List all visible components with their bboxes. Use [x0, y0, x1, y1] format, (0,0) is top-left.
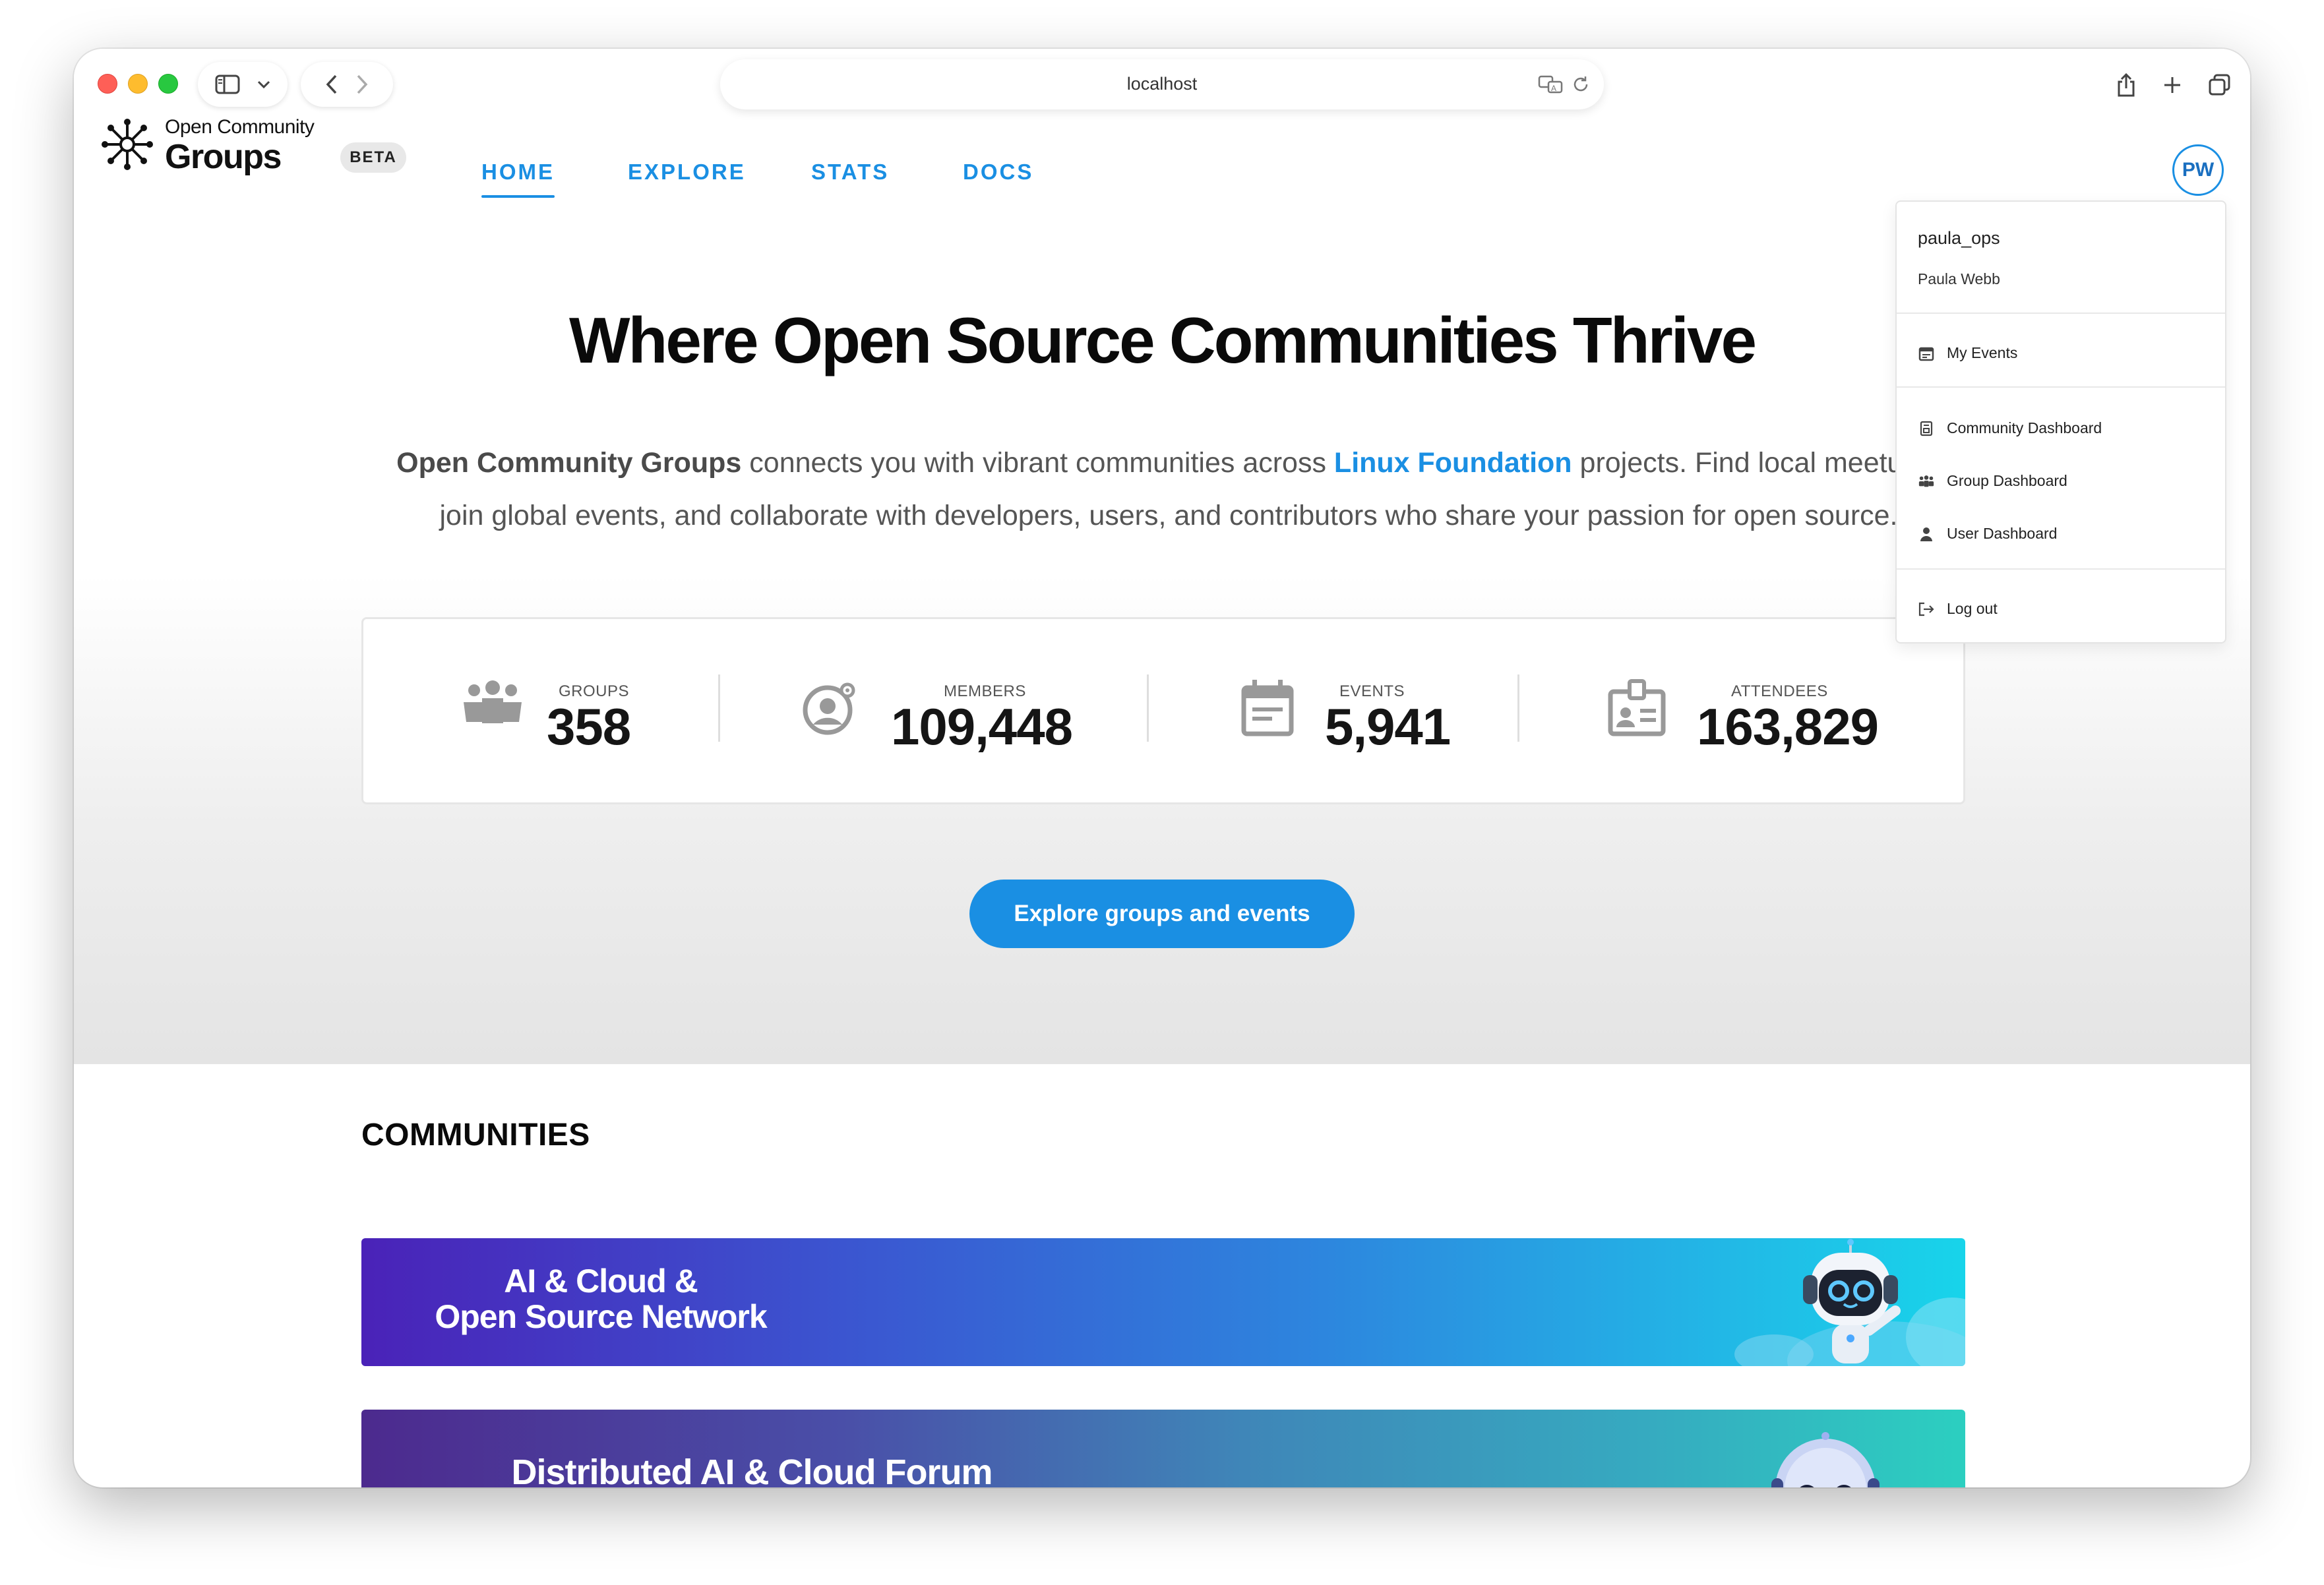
- app-logo[interactable]: Open Community Groups: [100, 116, 315, 176]
- beta-badge: BETA: [340, 142, 406, 173]
- stat-members-value: 109,448: [891, 698, 1073, 756]
- groups-icon: [1918, 475, 1934, 487]
- logo-line-1: Open Community: [165, 116, 315, 138]
- menu-item-label: Community Dashboard: [1947, 419, 2102, 436]
- mascot-icon: [1771, 1432, 1880, 1487]
- close-window-button[interactable]: [98, 74, 117, 94]
- communities-heading: COMMUNITIES: [361, 1118, 590, 1152]
- nav-home[interactable]: HOME: [481, 160, 555, 198]
- logo-line-2: Groups: [165, 138, 282, 176]
- stats-card: GROUPS 358 MEMBERS 109,448 EVENTS 5,941 …: [361, 617, 1965, 804]
- explore-button[interactable]: Explore groups and events: [969, 880, 1355, 948]
- menu-divider: [1897, 313, 2225, 314]
- dashboard-icon: [1920, 421, 1933, 436]
- user-menu-username: paula_ops: [1918, 228, 2000, 248]
- user-menu: paula_ops Paula Webb My Events Community…: [1895, 200, 2226, 643]
- calendar-icon: [1241, 680, 1294, 736]
- share-icon[interactable]: [2116, 73, 2137, 98]
- community-banner[interactable]: Distributed AI & Cloud Forum: [361, 1410, 1965, 1487]
- stat-divider: [718, 674, 720, 742]
- url-text: localhost: [1126, 74, 1198, 94]
- back-arrow-icon[interactable]: [325, 74, 338, 95]
- menu-item-label: My Events: [1947, 344, 2018, 361]
- menu-item-community-dashboard[interactable]: Community Dashboard: [1918, 419, 2102, 437]
- community-logo-icon: [102, 119, 153, 170]
- user-icon: [1920, 527, 1932, 541]
- browser-toolbar: localhost A: [74, 49, 2250, 121]
- svg-text:A: A: [1551, 84, 1556, 93]
- stat-events-value: 5,941: [1325, 698, 1451, 756]
- new-tab-icon[interactable]: [2162, 73, 2183, 98]
- sidebar-toggle-button[interactable]: [198, 62, 288, 107]
- calendar-icon: [1918, 347, 1934, 361]
- user-avatar[interactable]: PW: [2172, 144, 2224, 196]
- hero-description: Open Community Groups connects you with …: [357, 436, 1980, 542]
- menu-item-my-events[interactable]: My Events: [1918, 344, 2017, 362]
- brand-name: Open Community Groups: [396, 447, 742, 479]
- badge-icon: [1608, 679, 1666, 736]
- user-menu-fullname: Paula Webb: [1918, 270, 2000, 287]
- chevron-down-icon: [257, 80, 270, 89]
- menu-divider: [1897, 568, 2225, 570]
- menu-item-label: Log out: [1947, 600, 1998, 617]
- community-banner-title: AI & Cloud & Open Source Network: [435, 1263, 767, 1335]
- nav-stats[interactable]: STATS: [811, 160, 889, 185]
- robot-mascot-icon: [1734, 1239, 1965, 1366]
- logout-icon: [1918, 602, 1934, 616]
- description-text-1: connects you with vibrant communities ac…: [741, 447, 1334, 479]
- menu-item-group-dashboard[interactable]: Group Dashboard: [1918, 472, 2067, 490]
- sidebar-icon: [215, 75, 240, 94]
- community-banner-title: Distributed AI & Cloud Forum: [511, 1452, 993, 1487]
- community-banner[interactable]: AI & Cloud & Open Source Network: [361, 1238, 1965, 1366]
- zoom-window-button[interactable]: [158, 74, 178, 94]
- menu-item-user-dashboard[interactable]: User Dashboard: [1918, 525, 2057, 543]
- reload-icon[interactable]: [1571, 74, 1591, 95]
- stat-divider: [1147, 674, 1149, 742]
- stat-groups-value: 358: [547, 698, 631, 756]
- description-text-2: projects. Find local meetups,: [1572, 447, 1941, 479]
- history-navigation: [301, 62, 393, 107]
- members-icon: [803, 682, 855, 735]
- stat-attendees-value: 163,829: [1697, 698, 1879, 756]
- groups-icon: [464, 680, 522, 723]
- menu-item-logout[interactable]: Log out: [1918, 600, 1998, 618]
- nav-docs[interactable]: DOCS: [963, 160, 1033, 185]
- minimize-window-button[interactable]: [128, 74, 148, 94]
- forward-arrow-icon[interactable]: [355, 74, 369, 95]
- menu-item-label: Group Dashboard: [1947, 472, 2067, 489]
- browser-window: localhost A Where Open Source Communitie…: [74, 49, 2250, 1487]
- menu-divider: [1897, 386, 2225, 388]
- description-line-2: join global events, and collaborate with…: [439, 500, 1898, 531]
- nav-explore[interactable]: EXPLORE: [628, 160, 746, 185]
- stat-divider: [1517, 674, 1519, 742]
- menu-item-label: User Dashboard: [1947, 525, 2058, 542]
- translate-icon[interactable]: A: [1538, 74, 1564, 95]
- linux-foundation-link[interactable]: Linux Foundation: [1334, 447, 1572, 479]
- address-bar[interactable]: localhost A: [720, 59, 1604, 109]
- tab-overview-icon[interactable]: [2208, 73, 2232, 98]
